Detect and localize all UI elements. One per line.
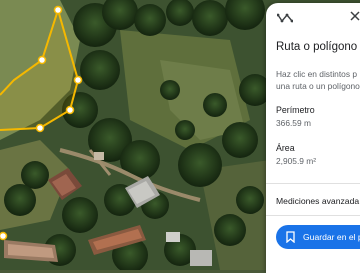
polygon-vertex[interactable] bbox=[37, 55, 47, 65]
advanced-measurements-toggle[interactable]: Mediciones avanzada bbox=[276, 196, 359, 206]
polygon-vertex[interactable] bbox=[73, 75, 83, 85]
polygon-vertex[interactable] bbox=[65, 105, 75, 115]
save-button[interactable]: Guardar en el p bbox=[276, 225, 360, 249]
ruler-icon bbox=[277, 13, 293, 23]
perimeter-value: 366.59 m bbox=[276, 118, 311, 128]
divider bbox=[266, 183, 360, 184]
area-value: 2,905.9 m² bbox=[276, 156, 317, 166]
instructions-text: Haz clic en distintos p una ruta o un po… bbox=[276, 69, 360, 91]
polygon-vertex[interactable] bbox=[53, 5, 63, 15]
polygon-vertex[interactable] bbox=[35, 123, 45, 133]
area-label: Área bbox=[276, 143, 295, 153]
measure-panel: Ruta o polígono Haz clic en distintos p … bbox=[266, 3, 360, 273]
panel-title: Ruta o polígono bbox=[276, 41, 358, 53]
polygon-vertex[interactable] bbox=[0, 231, 8, 241]
bookmark-icon bbox=[286, 231, 295, 243]
perimeter-label: Perímetro bbox=[276, 105, 315, 115]
divider bbox=[266, 215, 360, 216]
close-icon[interactable] bbox=[350, 11, 360, 21]
save-button-label: Guardar en el p bbox=[303, 232, 360, 242]
